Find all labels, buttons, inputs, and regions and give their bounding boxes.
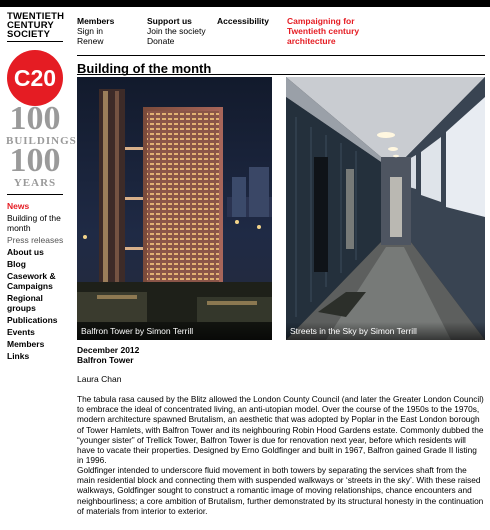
article-date: December 2012 bbox=[77, 345, 140, 355]
society-logo-text[interactable]: TWENTIETH CENTURY SOCIETY bbox=[7, 12, 64, 40]
sidebar-item-casework[interactable]: Casework & Campaigns bbox=[7, 270, 69, 292]
sidebar-item-members[interactable]: Members bbox=[7, 338, 69, 350]
sidebar-item-events[interactable]: Events bbox=[7, 326, 69, 338]
corridor-image bbox=[286, 77, 485, 340]
sidebar-item-press-releases[interactable]: Press releases bbox=[7, 234, 69, 246]
campaign-tagline: Campaigning for Twentieth century archit… bbox=[287, 16, 360, 46]
photo-caption-1: Balfron Tower by Simon Terrill bbox=[77, 322, 272, 340]
nav-renew[interactable]: Renew bbox=[77, 36, 114, 46]
nav-support: Support us Join the society Donate bbox=[147, 16, 206, 46]
article-paragraph-1: The tabula rasa caused by the Blitz allo… bbox=[77, 394, 484, 466]
article-paragraph-2: Goldfinger intended to underscore fluid … bbox=[77, 465, 484, 516]
nav-members-heading[interactable]: Members bbox=[77, 16, 114, 26]
sidebar-item-news[interactable]: News bbox=[7, 200, 69, 212]
badge-word-2: YEARS bbox=[13, 177, 57, 189]
top-bar bbox=[0, 0, 490, 7]
logo-rule bbox=[7, 41, 63, 42]
sidebar-item-building-of-the-month[interactable]: Building of the month bbox=[7, 212, 69, 234]
nav-donate[interactable]: Donate bbox=[147, 36, 206, 46]
photo-caption-2: Streets in the Sky by Simon Terrill bbox=[286, 322, 485, 340]
sidebar-item-publications[interactable]: Publications bbox=[7, 314, 69, 326]
title-rule bbox=[77, 74, 485, 75]
sidebar-item-about[interactable]: About us bbox=[7, 246, 69, 258]
nav-accessibility: Accessibility bbox=[217, 16, 269, 26]
photo-streets-in-the-sky[interactable]: Streets in the Sky by Simon Terrill bbox=[286, 77, 485, 340]
header-rule bbox=[77, 55, 485, 56]
nav-members: Members Sign in Renew bbox=[77, 16, 114, 46]
sidebar-item-links[interactable]: Links bbox=[7, 350, 69, 362]
article-title: Balfron Tower bbox=[77, 355, 134, 365]
photo-balfron-tower[interactable]: Balfron Tower by Simon Terrill bbox=[77, 77, 272, 340]
sidebar-item-regional[interactable]: Regional groups bbox=[7, 292, 69, 314]
balfron-tower-image bbox=[77, 77, 272, 340]
article-author: Laura Chan bbox=[77, 374, 122, 384]
sidebar-nav: News Building of the month Press release… bbox=[7, 200, 69, 362]
nav-accessibility-link[interactable]: Accessibility bbox=[217, 16, 269, 26]
nav-sign-in[interactable]: Sign in bbox=[77, 26, 114, 36]
logo-line-3: SOCIETY bbox=[7, 29, 51, 40]
sidebar-top-rule bbox=[7, 194, 63, 195]
badge-number-1: 100 bbox=[9, 100, 61, 137]
nav-support-heading[interactable]: Support us bbox=[147, 16, 206, 26]
badge-number-2: 100 bbox=[9, 142, 61, 179]
c20-logo[interactable]: C20 bbox=[7, 50, 63, 106]
article-meta: December 2012 Balfron Tower bbox=[77, 345, 139, 365]
nav-join[interactable]: Join the society bbox=[147, 26, 206, 36]
sidebar-item-blog[interactable]: Blog bbox=[7, 258, 69, 270]
